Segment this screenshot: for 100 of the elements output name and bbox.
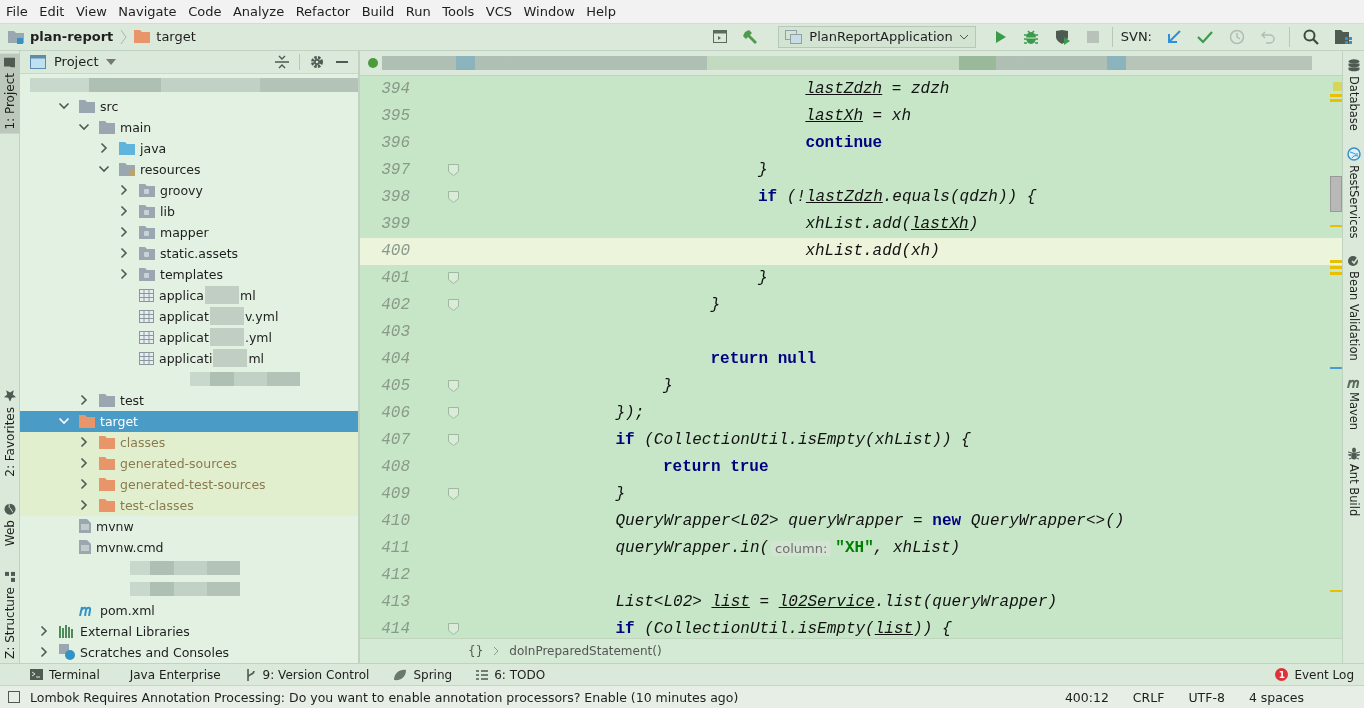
event-log-tab[interactable]: 1 Event Log	[1275, 667, 1354, 682]
panel-toggle-icon[interactable]	[8, 691, 20, 704]
fold-marker-icon[interactable]	[448, 272, 459, 285]
chevron-icon[interactable]	[80, 478, 88, 491]
tree-item[interactable]: ml	[240, 287, 256, 303]
tree-item[interactable]: lib	[160, 203, 175, 219]
tree-item[interactable]: resources	[140, 161, 201, 177]
collapse-all-icon[interactable]	[275, 54, 289, 69]
menu-item[interactable]: View	[70, 3, 114, 19]
settings-icon[interactable]	[310, 54, 324, 69]
fold-marker-icon[interactable]	[448, 164, 459, 177]
fold-marker-icon[interactable]	[448, 488, 459, 501]
tool-window-tab[interactable]: 9: Version Control	[244, 667, 370, 682]
fold-marker-icon[interactable]	[448, 380, 459, 393]
tree-item[interactable]: applicat	[159, 308, 209, 324]
menu-item[interactable]: Tools	[437, 3, 481, 19]
fold-marker-icon[interactable]	[448, 299, 459, 312]
tool-window-tab[interactable]: Database	[1346, 58, 1361, 131]
tree-item[interactable]: External Libraries	[80, 623, 190, 639]
tree-item[interactable]: ml	[248, 350, 265, 366]
tree-item[interactable]: Scratches and Consoles	[80, 644, 230, 660]
chevron-icon[interactable]	[120, 268, 128, 281]
chevron-icon[interactable]	[120, 205, 128, 218]
tree-item[interactable]: static.assets	[160, 245, 239, 261]
cursor-position[interactable]: 400:12	[1064, 689, 1109, 705]
tree-item[interactable]: src	[100, 98, 119, 114]
tree-item[interactable]: applicati	[159, 350, 213, 366]
chevron-icon[interactable]	[80, 499, 88, 512]
tool-window-tab[interactable]: Bean Validation	[1346, 254, 1361, 362]
breadcrumb-item[interactable]: doInPreparedStatement()	[509, 643, 662, 658]
tree-item[interactable]: mvnw.cmd	[96, 539, 164, 555]
chevron-icon[interactable]	[80, 394, 88, 407]
tool-window-tab[interactable]: RestServices	[1346, 146, 1361, 239]
tree-item[interactable]: .yml	[244, 329, 272, 345]
menu-item[interactable]: Code	[183, 3, 228, 19]
chevron-icon[interactable]	[98, 165, 110, 174]
tree-item[interactable]: mapper	[160, 224, 209, 240]
tree-item[interactable]: v.yml	[244, 308, 279, 324]
breadcrumb-item[interactable]: plan-report	[30, 29, 114, 45]
coverage-icon[interactable]	[1054, 28, 1071, 45]
chevron-icon[interactable]	[80, 436, 88, 449]
tree-item[interactable]: java	[140, 140, 167, 156]
tree-item[interactable]: generated-sources	[120, 455, 238, 471]
line-separator[interactable]: CRLF	[1132, 689, 1165, 705]
file-encoding[interactable]: UTF-8	[1188, 689, 1225, 705]
tree-item[interactable]: applica	[159, 287, 204, 303]
project-structure-icon[interactable]	[1335, 28, 1353, 45]
menu-item[interactable]: Navigate	[113, 3, 184, 19]
chevron-icon[interactable]	[120, 247, 128, 260]
fold-marker-icon[interactable]	[448, 434, 459, 447]
menu-item[interactable]: Edit	[34, 3, 71, 19]
chevron-icon[interactable]	[78, 123, 90, 132]
chevron-icon[interactable]	[80, 457, 88, 470]
tool-window-tab[interactable]: 2: Favorites	[0, 386, 20, 481]
chevron-icon[interactable]	[40, 646, 48, 659]
chevron-icon[interactable]	[120, 184, 128, 197]
menu-item[interactable]: Run	[400, 3, 438, 19]
tree-item[interactable]: groovy	[160, 182, 203, 198]
search-icon[interactable]	[1303, 28, 1319, 45]
check-icon[interactable]	[1197, 29, 1213, 44]
tool-window-tab[interactable]: 6: TODO	[476, 667, 546, 682]
tool-window-tab[interactable]: Terminal	[30, 667, 100, 682]
tree-item[interactable]: mvnw	[96, 518, 134, 534]
fold-marker-icon[interactable]	[448, 191, 459, 204]
fold-marker-icon[interactable]	[448, 407, 459, 420]
run-icon[interactable]	[994, 29, 1007, 44]
hammer-icon[interactable]	[743, 28, 760, 45]
indent-setting[interactable]: 4 spaces	[1248, 689, 1304, 705]
excluded-row-highlight[interactable]: generated-sources	[20, 452, 358, 474]
chevron-icon[interactable]	[40, 625, 48, 638]
tool-window-tab[interactable]: Spring	[393, 667, 453, 682]
tool-window-tab[interactable]: Maven	[1346, 377, 1361, 431]
tree-item[interactable]: generated-test-sources	[120, 476, 266, 492]
scrollbar-thumb[interactable]	[1330, 175, 1342, 212]
tool-window-tab[interactable]: Java Enterprise	[123, 667, 221, 682]
tool-window-tab[interactable]: Ant Build	[1346, 446, 1361, 517]
update-arrow-icon[interactable]	[1167, 29, 1181, 44]
menu-item[interactable]: File	[1, 3, 35, 19]
tree-item[interactable]: applicat	[159, 329, 209, 345]
chevron-icon[interactable]	[120, 226, 128, 239]
excluded-row-highlight[interactable]: generated-test-sources	[20, 473, 358, 495]
chevron-icon[interactable]	[100, 142, 108, 155]
tool-window-tab[interactable]: Z: Structure	[0, 567, 20, 663]
excluded-row-highlight[interactable]: test-classes	[20, 494, 358, 516]
tree-item[interactable]: test-classes	[120, 497, 194, 513]
run-configuration-dropdown[interactable]: PlanReportApplication	[778, 25, 976, 48]
breadcrumb-item[interactable]: target	[156, 29, 196, 45]
menu-item[interactable]: Build	[356, 3, 401, 19]
tree-item[interactable]: test	[120, 392, 144, 408]
tool-window-tab[interactable]: 1: Project	[0, 54, 20, 134]
bug-icon[interactable]	[1022, 28, 1039, 45]
menu-item[interactable]: Refactor	[290, 3, 357, 19]
tree-item[interactable]: classes	[120, 434, 166, 450]
fold-marker-icon[interactable]	[448, 623, 459, 636]
tool-window-tab[interactable]: Web	[0, 499, 20, 551]
menu-item[interactable]: Analyze	[227, 3, 291, 19]
tree-item[interactable]: templates	[160, 266, 223, 282]
project-view-dropdown[interactable]: Project	[28, 54, 119, 70]
menu-item[interactable]: VCS	[480, 3, 519, 19]
window-icon[interactable]	[713, 30, 728, 44]
